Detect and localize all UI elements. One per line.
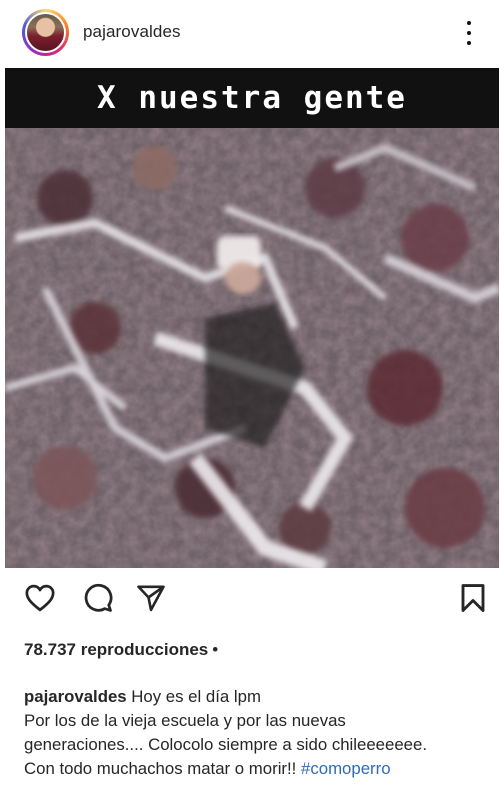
views-text: 78.737 reproducciones xyxy=(24,640,209,659)
paper-plane-icon[interactable] xyxy=(133,580,169,616)
post-caption: pajarovaldes Hoy es el día lpm Por los d… xyxy=(24,685,486,781)
avatar[interactable] xyxy=(22,9,69,56)
caption-line-2: Por los de la vieja escuela y por las nu… xyxy=(24,711,346,730)
crowd-video-frame xyxy=(5,128,499,568)
more-vertical-icon[interactable] xyxy=(455,18,483,48)
media-banner-text: X nuestra gente xyxy=(5,68,499,128)
caption-hashtag[interactable]: #comoperro xyxy=(301,759,391,778)
caption-line-4: Con todo muchachos matar o morir!! #como… xyxy=(24,757,486,781)
caption-text-1: Hoy es el día lpm xyxy=(131,687,261,706)
caption-text-4: Con todo muchachos matar o morir!! xyxy=(24,759,297,778)
post-actions xyxy=(0,580,500,626)
avatar-image xyxy=(25,12,66,53)
post-header: pajarovaldes xyxy=(0,0,500,68)
caption-username[interactable]: pajarovaldes xyxy=(24,687,127,706)
post-username[interactable]: pajarovaldes xyxy=(83,22,181,42)
post-media[interactable]: X nuestra gente xyxy=(5,68,499,568)
caption-line-3: generaciones.... Colocolo siempre a sido… xyxy=(24,735,427,754)
views-separator: • xyxy=(212,640,219,659)
views-count[interactable]: 78.737 reproducciones • xyxy=(24,640,218,660)
heart-icon[interactable] xyxy=(22,580,58,616)
comment-icon[interactable] xyxy=(80,580,116,616)
bookmark-icon[interactable] xyxy=(455,580,491,616)
caption-line-1: pajarovaldes Hoy es el día lpm xyxy=(24,685,486,709)
